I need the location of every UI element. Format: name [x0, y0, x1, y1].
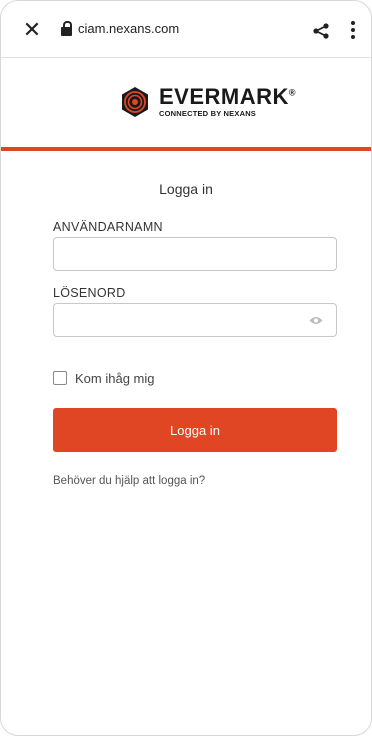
show-password-icon[interactable] — [309, 316, 323, 325]
phone-frame: ✕ ciam.nexans.com EVERMARK® CONNECTED BY… — [0, 0, 372, 736]
page-title: Logga in — [159, 181, 213, 197]
login-button[interactable]: Logga in — [53, 408, 337, 452]
remember-me-checkbox[interactable] — [53, 371, 67, 385]
help-link[interactable]: Behöver du hjälp att logga in? — [53, 475, 205, 487]
remember-me-label[interactable]: Kom ihåg mig — [75, 371, 154, 386]
username-label: ANVÄNDARNAMN — [53, 220, 163, 234]
username-field[interactable] — [53, 237, 337, 271]
evermark-logo: EVERMARK® CONNECTED BY NEXANS — [119, 85, 296, 119]
browser-toolbar: ✕ ciam.nexans.com — [1, 1, 371, 58]
more-options-icon[interactable] — [350, 21, 356, 41]
lock-icon — [61, 21, 72, 36]
close-icon[interactable]: ✕ — [21, 17, 43, 42]
logo-title: EVERMARK® — [159, 84, 297, 110]
evermark-logo-icon — [122, 87, 148, 117]
password-label: LÖSENORD — [53, 286, 126, 300]
logo-subtitle: CONNECTED BY NEXANS — [159, 109, 257, 119]
accent-divider — [1, 147, 371, 151]
url-text[interactable]: ciam.nexans.com — [78, 21, 179, 36]
password-field[interactable] — [53, 303, 337, 337]
share-icon[interactable] — [312, 23, 330, 39]
